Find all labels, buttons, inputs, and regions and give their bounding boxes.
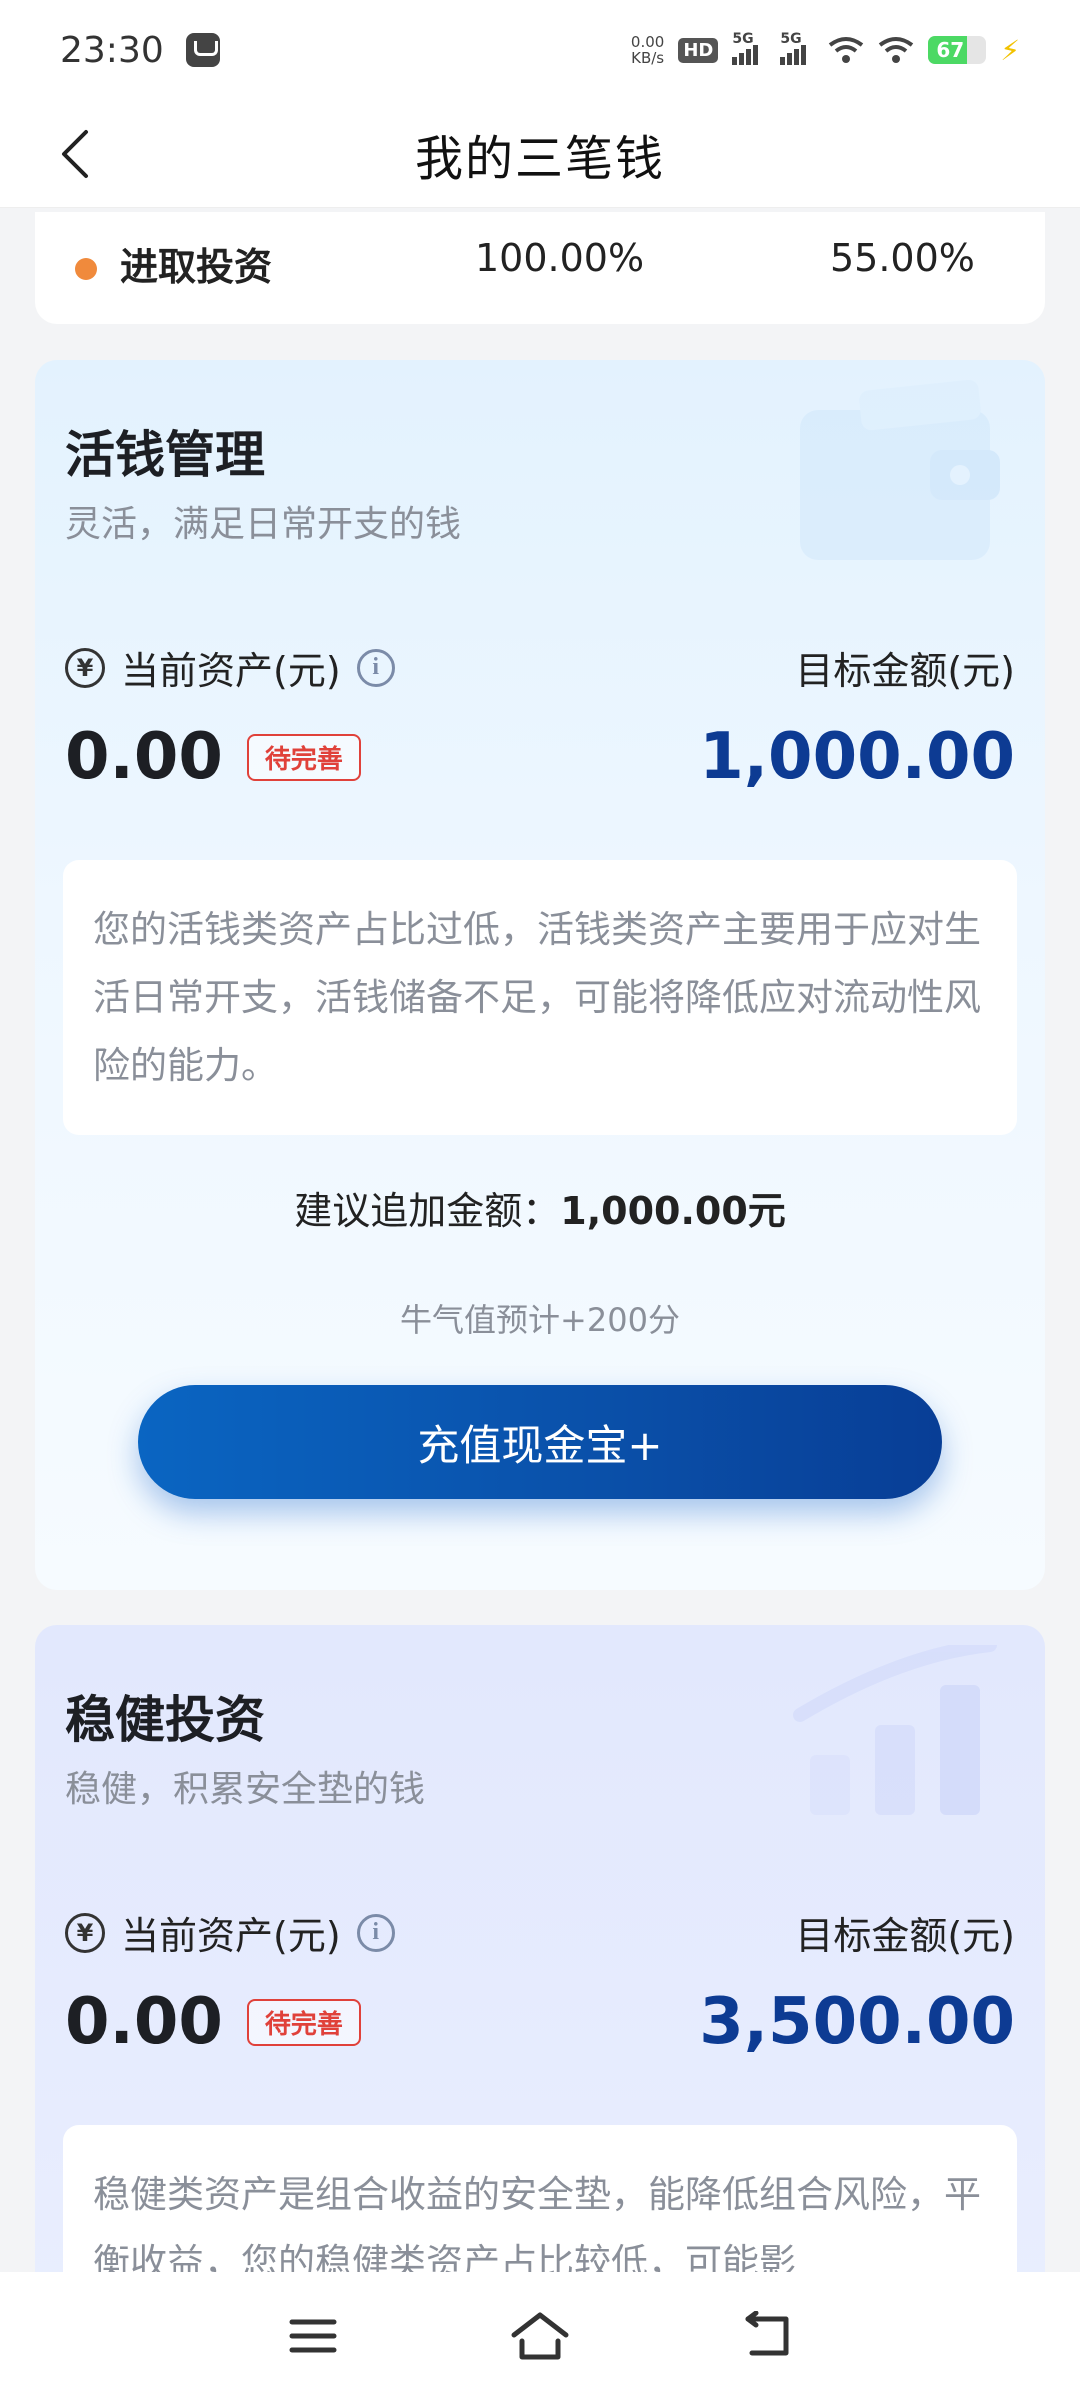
notification-app-icon	[185, 33, 220, 67]
suggested-amount-value: 1,000.00元	[560, 1189, 786, 1233]
current-asset-value: 0.00	[65, 1985, 223, 2059]
tip-text: 您的活钱类资产占比过低，活钱类资产主要用于应对生活日常开支，活钱储备不足，可能将…	[63, 860, 1017, 1135]
network-speed: 0.00 KB/s	[630, 33, 665, 67]
back-arrow-icon	[62, 130, 88, 178]
status-bar: 23:30 0.00 KB/s HD 5G 5G 67 ⚡	[0, 0, 1080, 100]
charging-icon: ⚡	[1000, 33, 1020, 67]
current-asset-label: 当前资产(元)	[121, 649, 341, 693]
target-amount-label: 目标金额(元)	[795, 1914, 1015, 1958]
card-subtitle: 灵活，满足日常开支的钱	[65, 504, 462, 545]
home-button[interactable]	[500, 2296, 580, 2376]
wifi-calling-icon	[828, 35, 864, 65]
card-subtitle: 稳健，积累安全垫的钱	[65, 1769, 426, 1810]
asset-labels-row: ¥ 当前资产(元) i 目标金额(元)	[65, 640, 1015, 695]
info-icon[interactable]: i	[356, 1913, 395, 1952]
navigation-bar: 我的三笔钱	[0, 100, 1080, 208]
yen-icon: ¥	[65, 647, 105, 688]
card-title: 活钱管理	[65, 426, 265, 484]
wifi-icon	[878, 35, 914, 65]
info-icon[interactable]: i	[356, 648, 395, 687]
recharge-button[interactable]: 充值现金宝+	[138, 1385, 942, 1499]
hd-voice-icon: HD	[678, 37, 719, 63]
allocation-summary-row: 进取投资 100.00% 55.00%	[35, 212, 1045, 324]
steady-investment-card: 稳健投资 稳健，积累安全垫的钱 ¥ 当前资产(元) i 目标金额(元) 0.00…	[35, 1625, 1045, 2325]
status-badge[interactable]: 待完善	[246, 733, 361, 781]
target-amount-label: 目标金额(元)	[795, 649, 1015, 693]
back-nav-button[interactable]	[727, 2296, 807, 2376]
live-money-card: 活钱管理 灵活，满足日常开支的钱 ¥ 当前资产(元) i 目标金额(元) 0.0…	[35, 360, 1045, 1590]
return-icon	[745, 2311, 789, 2356]
yen-icon: ¥	[65, 1912, 105, 1953]
summary-value-1: 100.00%	[475, 236, 645, 280]
menu-button[interactable]	[273, 2296, 353, 2376]
status-badge[interactable]: 待完善	[246, 1998, 361, 2046]
asset-values-row: 0.00 待完善 1,000.00	[65, 720, 1015, 794]
asset-labels-row: ¥ 当前资产(元) i 目标金额(元)	[65, 1905, 1015, 1960]
growth-chart-icon	[793, 1645, 997, 1815]
battery-icon: 67	[928, 36, 987, 64]
page-title: 我的三笔钱	[414, 130, 665, 187]
card-title: 稳健投资	[65, 1691, 265, 1749]
menu-icon	[289, 2319, 337, 2353]
wallet-icon	[800, 380, 1000, 560]
aggressive-dot-icon	[75, 258, 97, 280]
suggested-amount: 建议追加金额：1,000.00元	[35, 1180, 1045, 1235]
signal-icon-sim1: 5G	[732, 31, 766, 65]
summary-label: 进取投资	[120, 245, 273, 289]
status-time: 23:30	[60, 29, 164, 71]
current-asset-label: 当前资产(元)	[121, 1914, 341, 1958]
points-estimate: 牛气值预计+200分	[400, 1301, 680, 1339]
signal-icon-sim2: 5G	[780, 31, 814, 65]
back-button[interactable]	[48, 126, 104, 182]
asset-values-row: 0.00 待完善 3,500.00	[65, 1985, 1015, 2059]
summary-value-2: 55.00%	[830, 236, 975, 280]
target-amount-value: 1,000.00	[699, 720, 1015, 794]
home-icon	[511, 2312, 569, 2360]
suggested-amount-label: 建议追加金额：	[294, 1189, 561, 1233]
target-amount-value: 3,500.00	[699, 1985, 1015, 2059]
current-asset-value: 0.00	[65, 720, 223, 794]
system-navigation-bar	[0, 2272, 1080, 2400]
